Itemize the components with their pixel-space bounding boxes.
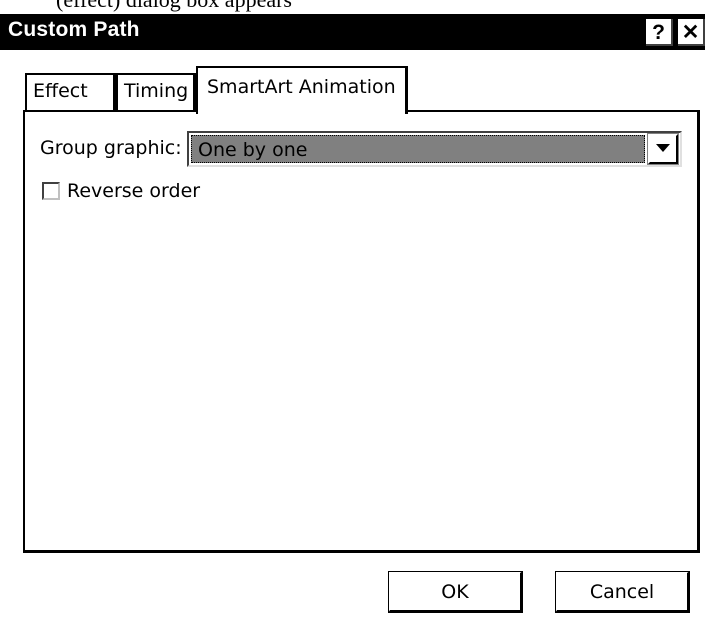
- ok-button-label: OK: [441, 581, 469, 603]
- caption-sliver-text: (effect) dialog box appears: [56, 0, 292, 13]
- custom-path-dialog: (effect) dialog box appears Custom Path …: [0, 0, 705, 630]
- tab-smartart-animation-label: SmartArt Animation: [207, 76, 396, 98]
- group-graphic-value[interactable]: One by one: [191, 135, 645, 163]
- tab-effect[interactable]: Effect: [25, 73, 116, 111]
- tab-timing-label: Timing: [124, 80, 189, 102]
- window-title: Custom Path: [8, 18, 140, 41]
- dropdown-button[interactable]: [647, 133, 679, 165]
- caption-sliver: (effect) dialog box appears: [0, 0, 705, 14]
- group-graphic-label: Group graphic:: [40, 137, 182, 159]
- title-bar[interactable]: Custom Path ? ✕: [0, 14, 705, 50]
- group-graphic-select[interactable]: One by one: [187, 131, 682, 167]
- ok-button[interactable]: OK: [388, 571, 523, 613]
- reverse-order-label[interactable]: Reverse order: [67, 180, 200, 202]
- tab-effect-label: Effect: [33, 80, 88, 102]
- tab-timing[interactable]: Timing: [116, 73, 196, 111]
- cancel-button-label: Cancel: [589, 581, 655, 603]
- tab-smartart-animation[interactable]: SmartArt Animation: [196, 66, 408, 114]
- close-button[interactable]: ✕: [678, 19, 705, 46]
- tab-panel: [23, 110, 700, 553]
- help-button[interactable]: ?: [646, 19, 673, 46]
- cancel-button[interactable]: Cancel: [555, 571, 690, 613]
- chevron-down-icon: [656, 144, 670, 152]
- reverse-order-checkbox[interactable]: [42, 182, 60, 200]
- active-tab-joint: [198, 110, 405, 114]
